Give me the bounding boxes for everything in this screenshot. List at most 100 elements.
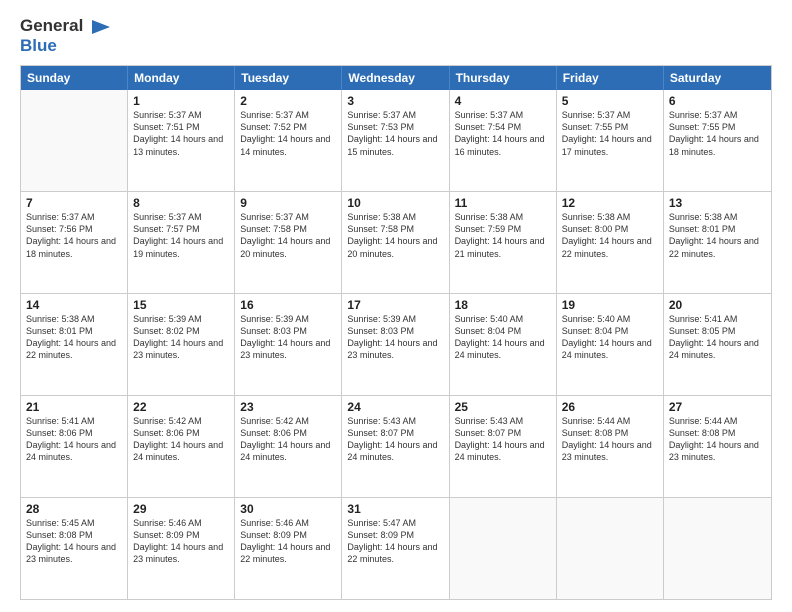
logo-text: General Blue xyxy=(20,16,112,55)
day-info: Sunrise: 5:46 AMSunset: 8:09 PMDaylight:… xyxy=(133,517,229,566)
calendar-cell: 20Sunrise: 5:41 AMSunset: 8:05 PMDayligh… xyxy=(664,294,771,395)
day-info: Sunrise: 5:41 AMSunset: 8:05 PMDaylight:… xyxy=(669,313,766,362)
day-info: Sunrise: 5:39 AMSunset: 8:02 PMDaylight:… xyxy=(133,313,229,362)
calendar: SundayMondayTuesdayWednesdayThursdayFrid… xyxy=(20,65,772,600)
calendar-row-1: 7Sunrise: 5:37 AMSunset: 7:56 PMDaylight… xyxy=(21,192,771,294)
calendar-cell: 23Sunrise: 5:42 AMSunset: 8:06 PMDayligh… xyxy=(235,396,342,497)
day-info: Sunrise: 5:42 AMSunset: 8:06 PMDaylight:… xyxy=(240,415,336,464)
calendar-cell: 21Sunrise: 5:41 AMSunset: 8:06 PMDayligh… xyxy=(21,396,128,497)
day-number: 30 xyxy=(240,502,336,516)
day-info: Sunrise: 5:40 AMSunset: 8:04 PMDaylight:… xyxy=(562,313,658,362)
day-info: Sunrise: 5:37 AMSunset: 7:52 PMDaylight:… xyxy=(240,109,336,158)
calendar-cell: 5Sunrise: 5:37 AMSunset: 7:55 PMDaylight… xyxy=(557,90,664,191)
calendar-cell: 24Sunrise: 5:43 AMSunset: 8:07 PMDayligh… xyxy=(342,396,449,497)
calendar-cell: 1Sunrise: 5:37 AMSunset: 7:51 PMDaylight… xyxy=(128,90,235,191)
calendar-cell: 18Sunrise: 5:40 AMSunset: 8:04 PMDayligh… xyxy=(450,294,557,395)
calendar-cell: 7Sunrise: 5:37 AMSunset: 7:56 PMDaylight… xyxy=(21,192,128,293)
calendar-header-tuesday: Tuesday xyxy=(235,66,342,90)
logo-blue: Blue xyxy=(20,36,112,56)
day-info: Sunrise: 5:37 AMSunset: 7:55 PMDaylight:… xyxy=(562,109,658,158)
calendar-row-3: 21Sunrise: 5:41 AMSunset: 8:06 PMDayligh… xyxy=(21,396,771,498)
calendar-cell: 13Sunrise: 5:38 AMSunset: 8:01 PMDayligh… xyxy=(664,192,771,293)
day-info: Sunrise: 5:38 AMSunset: 8:01 PMDaylight:… xyxy=(26,313,122,362)
calendar-cell: 29Sunrise: 5:46 AMSunset: 8:09 PMDayligh… xyxy=(128,498,235,599)
day-info: Sunrise: 5:41 AMSunset: 8:06 PMDaylight:… xyxy=(26,415,122,464)
calendar-cell xyxy=(664,498,771,599)
calendar-cell: 28Sunrise: 5:45 AMSunset: 8:08 PMDayligh… xyxy=(21,498,128,599)
day-info: Sunrise: 5:44 AMSunset: 8:08 PMDaylight:… xyxy=(562,415,658,464)
calendar-cell: 16Sunrise: 5:39 AMSunset: 8:03 PMDayligh… xyxy=(235,294,342,395)
day-number: 7 xyxy=(26,196,122,210)
day-number: 12 xyxy=(562,196,658,210)
day-info: Sunrise: 5:37 AMSunset: 7:58 PMDaylight:… xyxy=(240,211,336,260)
calendar-body: 1Sunrise: 5:37 AMSunset: 7:51 PMDaylight… xyxy=(21,90,771,599)
day-number: 23 xyxy=(240,400,336,414)
day-info: Sunrise: 5:37 AMSunset: 7:53 PMDaylight:… xyxy=(347,109,443,158)
day-number: 29 xyxy=(133,502,229,516)
calendar-cell: 10Sunrise: 5:38 AMSunset: 7:58 PMDayligh… xyxy=(342,192,449,293)
calendar-cell: 3Sunrise: 5:37 AMSunset: 7:53 PMDaylight… xyxy=(342,90,449,191)
day-info: Sunrise: 5:39 AMSunset: 8:03 PMDaylight:… xyxy=(347,313,443,362)
day-number: 24 xyxy=(347,400,443,414)
calendar-cell: 14Sunrise: 5:38 AMSunset: 8:01 PMDayligh… xyxy=(21,294,128,395)
calendar-row-2: 14Sunrise: 5:38 AMSunset: 8:01 PMDayligh… xyxy=(21,294,771,396)
logo: General Blue xyxy=(20,16,112,55)
day-number: 3 xyxy=(347,94,443,108)
day-info: Sunrise: 5:37 AMSunset: 7:56 PMDaylight:… xyxy=(26,211,122,260)
calendar-cell: 8Sunrise: 5:37 AMSunset: 7:57 PMDaylight… xyxy=(128,192,235,293)
calendar-cell: 6Sunrise: 5:37 AMSunset: 7:55 PMDaylight… xyxy=(664,90,771,191)
day-info: Sunrise: 5:42 AMSunset: 8:06 PMDaylight:… xyxy=(133,415,229,464)
day-info: Sunrise: 5:37 AMSunset: 7:51 PMDaylight:… xyxy=(133,109,229,158)
calendar-cell: 27Sunrise: 5:44 AMSunset: 8:08 PMDayligh… xyxy=(664,396,771,497)
day-number: 10 xyxy=(347,196,443,210)
day-info: Sunrise: 5:38 AMSunset: 8:00 PMDaylight:… xyxy=(562,211,658,260)
calendar-cell: 11Sunrise: 5:38 AMSunset: 7:59 PMDayligh… xyxy=(450,192,557,293)
day-number: 9 xyxy=(240,196,336,210)
calendar-cell: 26Sunrise: 5:44 AMSunset: 8:08 PMDayligh… xyxy=(557,396,664,497)
day-number: 8 xyxy=(133,196,229,210)
day-number: 11 xyxy=(455,196,551,210)
calendar-row-0: 1Sunrise: 5:37 AMSunset: 7:51 PMDaylight… xyxy=(21,90,771,192)
calendar-cell: 2Sunrise: 5:37 AMSunset: 7:52 PMDaylight… xyxy=(235,90,342,191)
day-info: Sunrise: 5:38 AMSunset: 7:58 PMDaylight:… xyxy=(347,211,443,260)
day-number: 17 xyxy=(347,298,443,312)
calendar-cell: 31Sunrise: 5:47 AMSunset: 8:09 PMDayligh… xyxy=(342,498,449,599)
calendar-cell xyxy=(557,498,664,599)
day-info: Sunrise: 5:40 AMSunset: 8:04 PMDaylight:… xyxy=(455,313,551,362)
day-number: 16 xyxy=(240,298,336,312)
day-number: 1 xyxy=(133,94,229,108)
calendar-cell: 22Sunrise: 5:42 AMSunset: 8:06 PMDayligh… xyxy=(128,396,235,497)
header: General Blue xyxy=(20,16,772,55)
day-number: 6 xyxy=(669,94,766,108)
calendar-cell: 12Sunrise: 5:38 AMSunset: 8:00 PMDayligh… xyxy=(557,192,664,293)
calendar-cell: 9Sunrise: 5:37 AMSunset: 7:58 PMDaylight… xyxy=(235,192,342,293)
day-number: 20 xyxy=(669,298,766,312)
day-number: 28 xyxy=(26,502,122,516)
day-info: Sunrise: 5:38 AMSunset: 8:01 PMDaylight:… xyxy=(669,211,766,260)
day-number: 18 xyxy=(455,298,551,312)
day-number: 15 xyxy=(133,298,229,312)
calendar-row-4: 28Sunrise: 5:45 AMSunset: 8:08 PMDayligh… xyxy=(21,498,771,599)
calendar-header-wednesday: Wednesday xyxy=(342,66,449,90)
calendar-cell: 4Sunrise: 5:37 AMSunset: 7:54 PMDaylight… xyxy=(450,90,557,191)
day-info: Sunrise: 5:37 AMSunset: 7:55 PMDaylight:… xyxy=(669,109,766,158)
calendar-cell: 19Sunrise: 5:40 AMSunset: 8:04 PMDayligh… xyxy=(557,294,664,395)
day-number: 5 xyxy=(562,94,658,108)
calendar-header-monday: Monday xyxy=(128,66,235,90)
day-number: 19 xyxy=(562,298,658,312)
day-number: 26 xyxy=(562,400,658,414)
calendar-header-sunday: Sunday xyxy=(21,66,128,90)
day-info: Sunrise: 5:43 AMSunset: 8:07 PMDaylight:… xyxy=(455,415,551,464)
day-number: 21 xyxy=(26,400,122,414)
day-info: Sunrise: 5:39 AMSunset: 8:03 PMDaylight:… xyxy=(240,313,336,362)
calendar-header-friday: Friday xyxy=(557,66,664,90)
day-number: 14 xyxy=(26,298,122,312)
day-info: Sunrise: 5:47 AMSunset: 8:09 PMDaylight:… xyxy=(347,517,443,566)
day-number: 4 xyxy=(455,94,551,108)
page: General Blue SundayMondayTuesdayWednesda… xyxy=(0,0,792,612)
calendar-cell: 17Sunrise: 5:39 AMSunset: 8:03 PMDayligh… xyxy=(342,294,449,395)
calendar-header-thursday: Thursday xyxy=(450,66,557,90)
day-info: Sunrise: 5:37 AMSunset: 7:57 PMDaylight:… xyxy=(133,211,229,260)
calendar-cell: 25Sunrise: 5:43 AMSunset: 8:07 PMDayligh… xyxy=(450,396,557,497)
calendar-cell: 30Sunrise: 5:46 AMSunset: 8:09 PMDayligh… xyxy=(235,498,342,599)
